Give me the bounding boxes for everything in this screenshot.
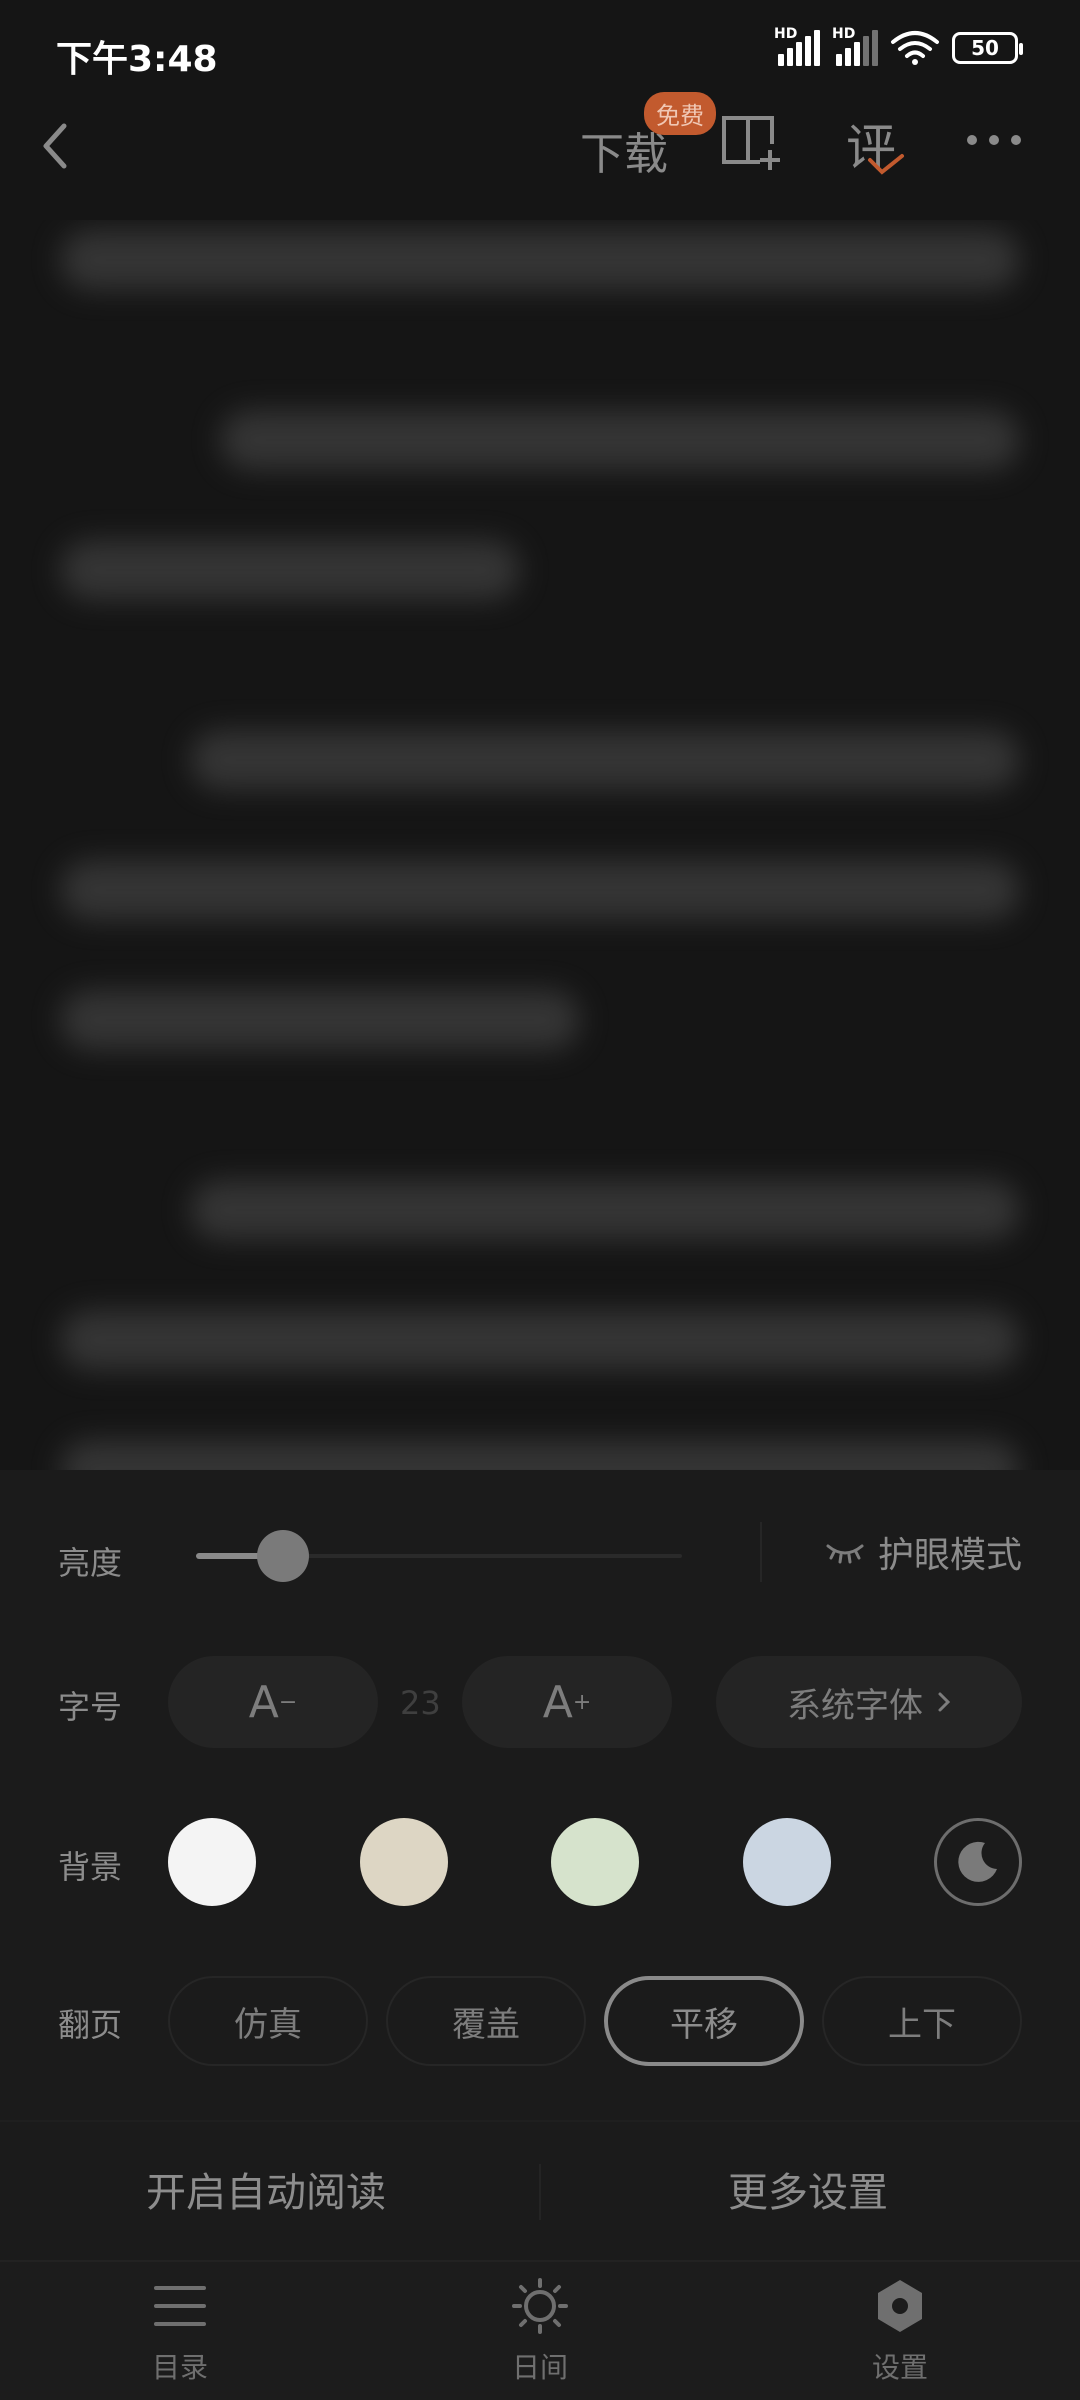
blurred-text-line <box>190 1180 1020 1240</box>
status-time: 下午3:48 <box>56 39 218 80</box>
check-icon <box>868 154 904 175</box>
battery-icon: 50 <box>952 32 1023 64</box>
status-bar: 下午3:48 HD HD 50 <box>0 0 1080 100</box>
nav-item-settings[interactable]: 设置 <box>800 2276 1000 2396</box>
background-swatch-green[interactable] <box>551 1818 639 1906</box>
eye-mode-button[interactable]: 护眼模式 <box>878 1526 1022 1578</box>
status-icons: HD HD 50 <box>774 26 1023 66</box>
nav-item-label: 目录 <box>151 2351 208 2384</box>
reading-content[interactable] <box>0 220 1080 1470</box>
eye-closed-icon[interactable] <box>826 1542 864 1564</box>
list-icon <box>154 2286 206 2326</box>
font-increase-label: A <box>542 1676 573 1728</box>
brightness-label: 亮度 <box>58 1544 123 1582</box>
add-to-shelf-icon[interactable] <box>720 110 782 172</box>
settings-icon <box>878 2280 922 2332</box>
blurred-text-line <box>60 860 1020 920</box>
blurred-text-line <box>60 540 520 600</box>
free-badge: 免费 <box>644 92 716 135</box>
nav-item-label: 设置 <box>871 2351 928 2384</box>
font-decrease-label: A <box>248 1676 279 1728</box>
font-size-value: 23 <box>400 1684 441 1722</box>
page-turn-simulate[interactable]: 仿真 <box>168 1976 368 2066</box>
system-font-label: 系统字体 <box>787 1685 923 1726</box>
page-turn-vertical[interactable]: 上下 <box>822 1976 1022 2066</box>
signal-icon: HD <box>832 26 878 66</box>
font-decrease-button[interactable]: A − <box>168 1656 378 1748</box>
battery-level: 50 <box>971 36 999 60</box>
reader-toolbar: 下载 免费 评 <box>0 92 1080 220</box>
blurred-text-line <box>60 1440 1020 1470</box>
font-increase-button[interactable]: A + <box>462 1656 672 1748</box>
more-icon[interactable] <box>964 130 1024 150</box>
auto-read-button[interactable]: 开启自动阅读 <box>146 2160 386 2218</box>
nav-item-label: 日间 <box>511 2351 568 2384</box>
divider <box>760 1522 762 1582</box>
sun-icon <box>512 2278 568 2334</box>
background-label: 背景 <box>58 1848 123 1886</box>
moon-icon <box>958 1841 997 1882</box>
blurred-text-line <box>220 410 1020 470</box>
blurred-text-line <box>60 1310 1020 1370</box>
night-mode-button[interactable] <box>934 1818 1022 1906</box>
signal-hd-label: HD <box>832 26 856 42</box>
page-turn-label: 翻页 <box>58 2006 123 2044</box>
divider <box>539 2164 541 2220</box>
back-icon[interactable] <box>36 116 76 176</box>
blurred-text-line <box>190 730 1020 790</box>
system-font-button[interactable]: 系统字体 <box>716 1656 1022 1748</box>
minus-icon: − <box>278 1689 298 1715</box>
blurred-text-line <box>60 990 580 1050</box>
background-swatch-white[interactable] <box>168 1818 256 1906</box>
chevron-right-icon <box>938 1692 951 1712</box>
page-turn-cover[interactable]: 覆盖 <box>386 1976 586 2066</box>
wifi-icon <box>891 31 939 65</box>
background-swatch-blue[interactable] <box>743 1818 831 1906</box>
blurred-text-line <box>60 230 1020 290</box>
nav-item-catalog[interactable]: 目录 <box>80 2276 280 2396</box>
extra-actions-row: 开启自动阅读 更多设置 <box>0 2120 1080 2260</box>
bottom-nav: 目录 日间 设置 <box>0 2260 1080 2400</box>
nav-item-day-mode[interactable]: 日间 <box>440 2276 640 2396</box>
more-settings-button[interactable]: 更多设置 <box>728 2160 888 2218</box>
brightness-slider-thumb[interactable] <box>257 1530 310 1582</box>
signal-hd-label: HD <box>774 26 798 42</box>
reader-settings-panel: 亮度 护眼模式 字号 A − 23 A + 系统字体 背景 翻页 仿真 覆盖 平移 … <box>0 1470 1080 2260</box>
font-size-label: 字号 <box>58 1688 123 1726</box>
background-swatch-beige[interactable] <box>360 1818 448 1906</box>
plus-icon: + <box>572 1689 592 1715</box>
page-turn-slide[interactable]: 平移 <box>604 1976 804 2066</box>
signal-icon: HD <box>774 26 820 66</box>
